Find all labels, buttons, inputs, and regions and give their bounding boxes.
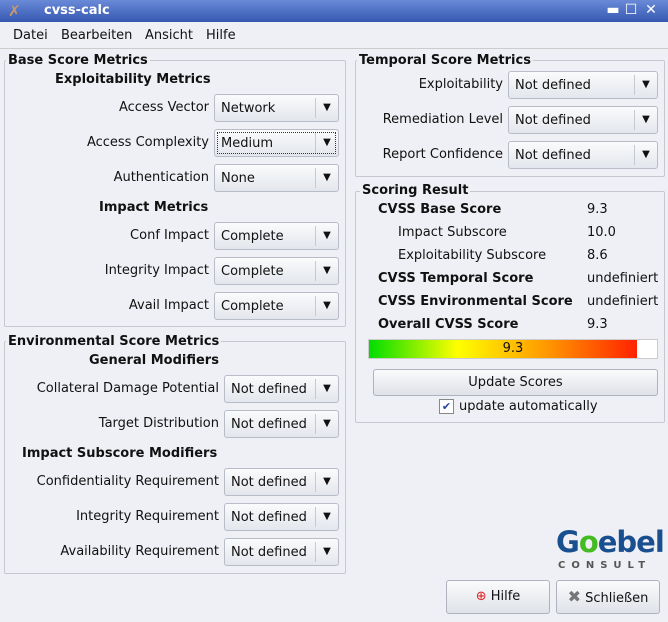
score-bar-label: 9.3	[502, 341, 524, 356]
authentication-dropdown[interactable]: None ▼	[214, 164, 339, 192]
impact-subscore-heading: Impact Subscore Modifiers	[22, 446, 218, 461]
chevron-down-icon: ▼	[315, 98, 338, 118]
menu-hilfe[interactable]: Hilfe	[206, 28, 236, 43]
dropdown-value: Complete	[221, 229, 284, 244]
auto-update-label: update automatically	[459, 399, 598, 414]
chevron-down-icon: ▼	[315, 168, 338, 188]
maximize-icon[interactable]: ☐	[624, 3, 638, 17]
dropdown-value: Complete	[221, 299, 284, 314]
lifebuoy-icon: ⊕	[475, 589, 487, 604]
access-vector-label: Access Vector	[118, 100, 209, 115]
close-button-label: Schließen	[585, 591, 649, 606]
conf-impact-label: Conf Impact	[130, 228, 209, 243]
score-label: Exploitability Subscore	[398, 248, 547, 263]
dropdown-value: Complete	[221, 264, 284, 279]
dropdown-value: None	[221, 171, 255, 186]
score-value: undefiniert	[587, 271, 659, 286]
avail-impact-label: Avail Impact	[128, 298, 209, 313]
menu-ansicht[interactable]: Ansicht	[145, 28, 193, 43]
temporal-frame	[355, 60, 665, 177]
exploitability-heading: Exploitability Metrics	[55, 72, 211, 87]
help-button-label: Hilfe	[490, 589, 521, 604]
title-bar: ✗ cvss-calc ▬ ☐ ✕	[0, 0, 668, 22]
close-icon[interactable]: ✕	[644, 3, 658, 17]
score-value: 10.0	[587, 225, 616, 240]
score-label: CVSS Temporal Score	[378, 271, 534, 286]
score-label: CVSS Environmental Score	[378, 294, 573, 309]
window-title: cvss-calc	[44, 3, 110, 18]
base-title: Base Score Metrics	[6, 53, 150, 68]
score-value: 8.6	[587, 248, 608, 263]
integrity-impact-dropdown[interactable]: Complete ▼	[214, 257, 339, 285]
access-complexity-label: Access Complexity	[86, 135, 209, 150]
dropdown-value: Network	[221, 101, 276, 116]
menu-bearbeiten[interactable]: Bearbeiten	[61, 28, 132, 43]
scoring-title: Scoring Result	[360, 183, 471, 198]
consult-logo: CONSULT	[558, 560, 652, 571]
avail-impact-dropdown[interactable]: Complete ▼	[214, 292, 339, 320]
general-modifiers-heading: General Modifiers	[89, 353, 219, 368]
chevron-down-icon: ▼	[315, 261, 338, 281]
dropdown-value: Medium	[221, 136, 273, 151]
score-label: CVSS Base Score	[378, 202, 502, 217]
conf-impact-dropdown[interactable]: Complete ▼	[214, 222, 339, 250]
x-icon: ✖	[567, 587, 581, 606]
auto-update-checkbox[interactable]: ✔	[439, 399, 454, 414]
chevron-down-icon: ▼	[315, 226, 338, 246]
update-scores-button[interactable]: Update Scores	[373, 369, 658, 396]
authentication-label: Authentication	[113, 170, 209, 185]
access-complexity-dropdown[interactable]: Medium ▼	[214, 129, 339, 157]
menu-bar: Datei Bearbeiten Ansicht Hilfe	[0, 24, 668, 49]
access-vector-dropdown[interactable]: Network ▼	[214, 94, 339, 122]
integrity-impact-label: Integrity Impact	[104, 263, 209, 278]
goebel-logo: Goebel	[556, 525, 665, 559]
temporal-title: Temporal Score Metrics	[357, 53, 533, 68]
score-value: 9.3	[587, 202, 608, 217]
chevron-down-icon: ▼	[315, 296, 338, 316]
score-value: 9.3	[587, 317, 608, 332]
impact-heading: Impact Metrics	[99, 200, 209, 215]
score-value: undefiniert	[587, 294, 659, 309]
minimize-icon[interactable]: ▬	[606, 3, 620, 17]
chevron-down-icon: ▼	[315, 133, 338, 153]
score-label: Overall CVSS Score	[378, 317, 519, 332]
close-button[interactable]: ✖ Schließen	[556, 580, 660, 614]
env-title: Environmental Score Metrics	[6, 334, 222, 349]
score-label: Impact Subscore	[398, 225, 507, 240]
score-bar: 9.3	[368, 339, 658, 359]
help-button[interactable]: ⊕ Hilfe	[446, 580, 550, 614]
app-icon: ✗	[8, 2, 21, 20]
menu-datei[interactable]: Datei	[13, 28, 48, 43]
